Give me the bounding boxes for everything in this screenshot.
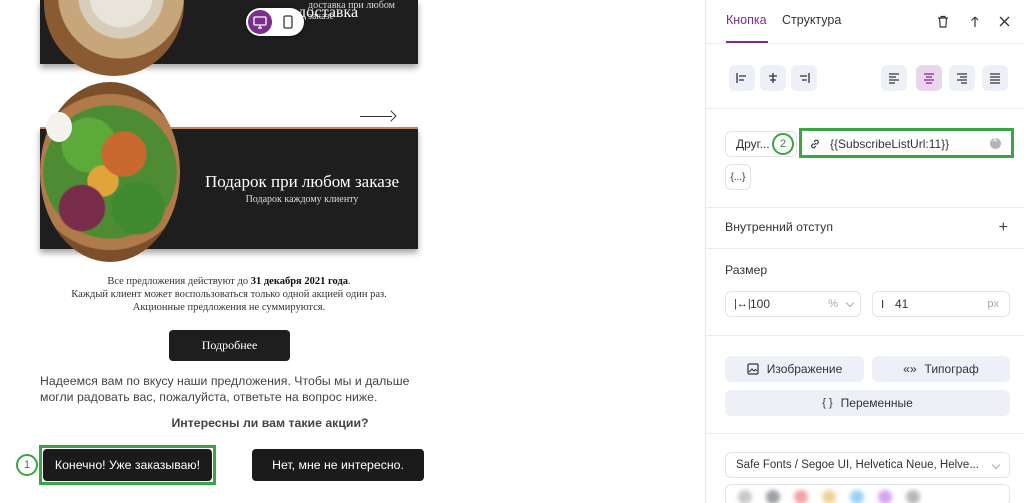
clear-icon[interactable] xyxy=(990,135,1001,149)
text-justify-icon xyxy=(990,73,1000,84)
width-value: 100 xyxy=(750,297,771,311)
callout-1: 1 xyxy=(16,454,38,476)
width-unit: % xyxy=(828,298,838,310)
tab-structure[interactable]: Структура xyxy=(782,13,841,27)
text-justify-button[interactable] xyxy=(982,65,1008,91)
align-left-icon xyxy=(736,73,746,83)
font-select-value: Safe Fonts / Segoe UI, Helvetica Neue, H… xyxy=(736,459,979,471)
url-input[interactable]: {{SubscribeListUrl:11}} xyxy=(799,128,1014,158)
color-swatches xyxy=(725,484,1010,503)
image-button-label: Изображение xyxy=(766,362,843,376)
divider xyxy=(706,108,1024,109)
email-preview: Бесплатная доставка доставка при любом з… xyxy=(0,0,705,503)
text-left-icon xyxy=(889,73,899,84)
link-icon xyxy=(809,137,821,155)
typograph-button[interactable]: «» Типограф xyxy=(872,356,1010,382)
color-swatch[interactable] xyxy=(738,490,752,503)
banner-gift-subtitle: Подарок каждому клиенту xyxy=(245,194,359,205)
image-icon xyxy=(747,363,759,375)
braces-icon: { } xyxy=(822,397,833,409)
url-value: {{SubscribeListUrl:11}} xyxy=(830,137,950,151)
typograph-button-label: Типограф xyxy=(924,362,979,376)
color-swatch[interactable] xyxy=(822,490,836,503)
dumplings-image xyxy=(44,0,184,76)
image-button[interactable]: Изображение xyxy=(725,356,864,382)
settings-panel: Кнопка Структура Друг... {{SubscribeList… xyxy=(705,0,1024,503)
offer-note-line-3: Акционные предложения не суммируются. xyxy=(132,302,326,313)
plus-icon[interactable]: + xyxy=(999,219,1008,237)
panel-tabs: Кнопка Структура xyxy=(706,0,1024,44)
tab-button[interactable]: Кнопка xyxy=(726,13,767,27)
egg-image xyxy=(46,112,72,142)
variables-button-label: Переменные xyxy=(840,396,913,410)
height-input[interactable]: Ⅰ 41 px xyxy=(872,291,1010,317)
height-icon: Ⅰ xyxy=(881,299,885,311)
text-align-left-button[interactable] xyxy=(881,65,907,91)
desktop-view-button[interactable] xyxy=(248,10,272,34)
chevron-down-icon[interactable] xyxy=(991,460,1001,470)
quotes-icon: «» xyxy=(903,362,917,376)
width-input[interactable]: |↔| 100 % xyxy=(725,291,861,317)
divider xyxy=(706,248,1024,249)
text-right-icon xyxy=(957,73,967,84)
chevron-down-icon[interactable] xyxy=(845,298,855,308)
color-swatch[interactable] xyxy=(794,490,808,503)
height-value: 41 xyxy=(895,297,909,311)
select-parent-icon[interactable] xyxy=(965,13,981,29)
active-tab-underline xyxy=(726,41,768,43)
device-toggle[interactable] xyxy=(246,8,304,36)
phone-icon xyxy=(283,15,293,29)
width-icon: |↔| xyxy=(734,298,751,310)
offer-note-text: Все предложения действуют до xyxy=(107,276,251,287)
survey-question: Интересны ли вам такие акции? xyxy=(171,416,369,430)
offer-note-line-2: Каждый клиент может воспользоваться толь… xyxy=(71,289,387,300)
align-left-button[interactable] xyxy=(729,65,755,91)
color-swatch[interactable] xyxy=(850,490,864,503)
survey-paragraph: Надеемся вам по вкусу наши предложения. … xyxy=(40,374,410,404)
text-align-right-button[interactable] xyxy=(949,65,975,91)
divider xyxy=(706,335,1024,336)
close-icon[interactable] xyxy=(996,13,1012,29)
mobile-view-button[interactable] xyxy=(276,10,300,34)
color-swatch[interactable] xyxy=(878,490,892,503)
insert-variable-button[interactable]: {...} xyxy=(725,164,751,190)
arrow-right-icon xyxy=(385,110,397,122)
trash-icon[interactable] xyxy=(935,13,951,29)
salad-image xyxy=(40,82,180,262)
callout-2: 2 xyxy=(772,133,794,155)
no-button[interactable]: Нет, мне не интересно. xyxy=(252,449,424,481)
align-right-button[interactable] xyxy=(791,65,817,91)
align-center-vertical-button[interactable] xyxy=(760,65,786,91)
yes-button-highlight xyxy=(39,445,216,485)
align-right-icon xyxy=(800,73,810,83)
text-center-icon xyxy=(924,73,934,84)
font-select[interactable]: Safe Fonts / Segoe UI, Helvetica Neue, H… xyxy=(725,452,1010,478)
offer-note-line-1: Все предложения действуют до 31 декабря … xyxy=(40,275,418,288)
color-swatch[interactable] xyxy=(906,490,920,503)
align-center-icon xyxy=(769,73,777,83)
padding-label: Внутренний отступ xyxy=(725,220,833,234)
desktop-icon xyxy=(253,15,267,29)
banner-gift-title: Подарок при любом заказе xyxy=(204,172,400,191)
divider xyxy=(706,207,1024,208)
offer-note-dot: . xyxy=(348,276,351,287)
offer-deadline: 31 декабря 2021 года xyxy=(250,276,349,287)
divider xyxy=(706,433,1024,434)
size-label: Размер xyxy=(725,263,768,277)
height-unit: px xyxy=(987,298,999,310)
color-swatch[interactable] xyxy=(766,490,780,503)
more-button[interactable]: Подробнее xyxy=(169,330,290,361)
banner-top-subtitle: доставка при любом заказе xyxy=(308,0,395,22)
variables-button[interactable]: { } Переменные xyxy=(725,390,1010,416)
text-align-center-button[interactable] xyxy=(916,65,942,91)
